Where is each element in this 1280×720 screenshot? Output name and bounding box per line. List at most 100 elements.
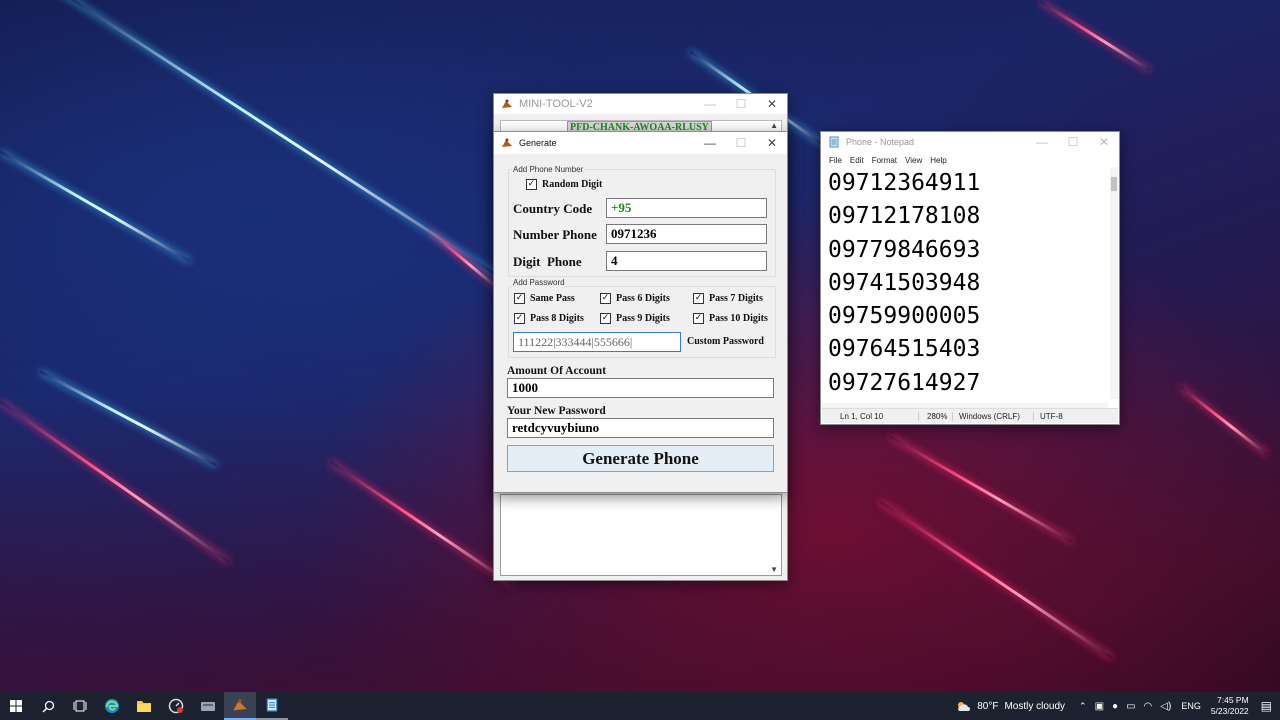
weather-temp[interactable]: 80°F [977, 701, 998, 712]
battery-icon[interactable]: ▭ [1126, 701, 1135, 712]
scroll-up-icon[interactable]: ▲ [770, 121, 778, 130]
notification-icon[interactable]: ▤ [1261, 699, 1272, 713]
custom-password-label: Custom Password [687, 336, 764, 347]
minimize-button[interactable]: — [695, 94, 725, 114]
language-indicator[interactable]: ENG [1181, 701, 1201, 711]
text-line: 09741503948 [828, 269, 981, 296]
amount-input[interactable]: 1000 [507, 378, 774, 398]
notepad-icon [829, 136, 839, 148]
search-button[interactable] [32, 692, 64, 720]
taskbar-mini-tool[interactable] [224, 692, 256, 720]
maximize-button[interactable]: ☐ [1058, 132, 1088, 152]
menu-edit[interactable]: Edit [850, 156, 864, 165]
pass-10-digits-checkbox[interactable]: ✓ Pass 10 Digits [693, 313, 768, 324]
close-button[interactable]: ✕ [757, 94, 787, 114]
checkbox-box: ✓ [526, 179, 537, 190]
checkbox-label: Pass 10 Digits [709, 313, 768, 324]
minimize-button[interactable]: — [1027, 132, 1057, 152]
notepad-icon [266, 698, 278, 712]
pass-8-digits-checkbox[interactable]: ✓ Pass 8 Digits [514, 313, 584, 324]
clock[interactable]: 7:45 PM 5/23/2022 [1211, 695, 1249, 717]
checkbox-label: Pass 7 Digits [709, 293, 763, 304]
close-button[interactable]: ✕ [1089, 132, 1119, 152]
generate-titlebar: Generate — ☐ ✕ [494, 132, 787, 154]
task-view-button[interactable] [64, 692, 96, 720]
menu-help[interactable]: Help [930, 156, 946, 165]
new-password-label: Your New Password [507, 405, 606, 417]
search-icon [41, 700, 54, 713]
taskbar-edge[interactable] [96, 692, 128, 720]
custom-password-input[interactable]: 111222|333444|555666| [513, 332, 681, 352]
chevron-up-icon[interactable]: ⌃ [1079, 701, 1087, 712]
checkbox-label: Pass 8 Digits [530, 313, 584, 324]
device-icon[interactable]: ▣ [1095, 701, 1104, 712]
system-tray: 80°F Mostly cloudy ⌃ ▣ ● ▭ ◠ ◁) ENG 7:45… [955, 692, 1280, 720]
light-streak [0, 400, 231, 564]
notepad-titlebar: Phone - Notepad — ☐ ✕ [821, 132, 1119, 152]
vertical-scrollbar[interactable] [1110, 167, 1118, 399]
generate-window: Generate — ☐ ✕ Add Phone Number ✓ Random… [493, 131, 788, 493]
menu-view[interactable]: View [905, 156, 922, 165]
app-logo-icon [233, 699, 247, 711]
digit-phone-input[interactable]: 4 [606, 251, 767, 271]
clock-date: 5/23/2022 [1210, 706, 1249, 716]
start-button[interactable] [0, 692, 32, 720]
notepad-text-area[interactable]: 09712364911 09712178108 09779846693 0974… [822, 167, 1112, 403]
generate-phone-button[interactable]: Generate Phone [507, 445, 774, 472]
log-textarea[interactable]: ▼ [500, 494, 782, 576]
light-streak [39, 370, 218, 467]
weather-text[interactable]: Mostly cloudy [1004, 701, 1065, 712]
text-line: 09712364911 [828, 170, 981, 196]
light-streak [0, 150, 192, 263]
disk-tool-icon [201, 702, 215, 711]
random-digit-checkbox[interactable]: ✓ Random Digit [526, 179, 602, 190]
pass-6-digits-checkbox[interactable]: ✓ Pass 6 Digits [600, 293, 670, 304]
text-line: 09759900005 [828, 303, 981, 330]
checkbox-box: ✓ [600, 313, 611, 324]
new-password-input[interactable]: retdcyvuybiuno [507, 418, 774, 438]
wifi-icon[interactable]: ◠ [1144, 701, 1153, 712]
number-phone-input[interactable]: 0971236 [606, 224, 767, 244]
taskbar-file-explorer[interactable] [128, 692, 160, 720]
maximize-button[interactable]: ☐ [726, 132, 756, 154]
taskbar-app-disk[interactable] [192, 692, 224, 720]
menu-file[interactable]: File [829, 156, 842, 165]
checkbox-box: ✓ [514, 313, 525, 324]
volume-icon[interactable]: ◁) [1160, 701, 1171, 712]
country-code-input[interactable]: +95 [606, 198, 767, 218]
gauge-icon [168, 698, 184, 714]
mini-tool-titlebar: MINI-TOOL-V2 — ☐ ✕ [494, 94, 787, 114]
status-position: Ln 1, Col 10 [840, 411, 884, 421]
edge-icon [105, 699, 119, 713]
checkbox-label: Same Pass [530, 293, 575, 304]
phone-group-label: Add Phone Number [512, 165, 585, 174]
light-streak [1039, 0, 1152, 72]
taskbar-notepad[interactable] [256, 692, 288, 720]
amount-label: Amount Of Account [507, 365, 607, 377]
scroll-down-icon[interactable]: ▼ [770, 565, 778, 574]
text-line: 09764515403 [828, 336, 981, 363]
text-line: 09779846693 [828, 236, 981, 263]
light-streak [879, 500, 1113, 660]
window-title: Generate [519, 138, 557, 148]
minimize-button[interactable]: — [695, 132, 725, 154]
checkbox-label: Pass 9 Digits [616, 313, 670, 324]
checkbox-box: ✓ [693, 293, 704, 304]
window-title: MINI-TOOL-V2 [519, 98, 593, 110]
microphone-icon[interactable]: ● [1112, 701, 1118, 712]
password-group-label: Add Password [512, 278, 566, 287]
status-encoding: UTF-8 [1033, 411, 1063, 421]
menu-format[interactable]: Format [872, 156, 897, 165]
pass-7-digits-checkbox[interactable]: ✓ Pass 7 Digits [693, 293, 763, 304]
light-streak [329, 460, 514, 586]
same-pass-checkbox[interactable]: ✓ Same Pass [514, 293, 575, 304]
checkbox-box: ✓ [693, 313, 704, 324]
random-digit-label: Random Digit [542, 179, 603, 190]
scrollbar-thumb[interactable] [1111, 177, 1117, 191]
taskbar-app-gauge[interactable] [160, 692, 192, 720]
status-line-ending: Windows (CRLF) [952, 411, 1033, 421]
close-button[interactable]: ✕ [757, 132, 787, 154]
maximize-button[interactable]: ☐ [726, 94, 756, 114]
notepad-menubar: File Edit Format View Help [821, 152, 1119, 168]
pass-9-digits-checkbox[interactable]: ✓ Pass 9 Digits [600, 313, 670, 324]
